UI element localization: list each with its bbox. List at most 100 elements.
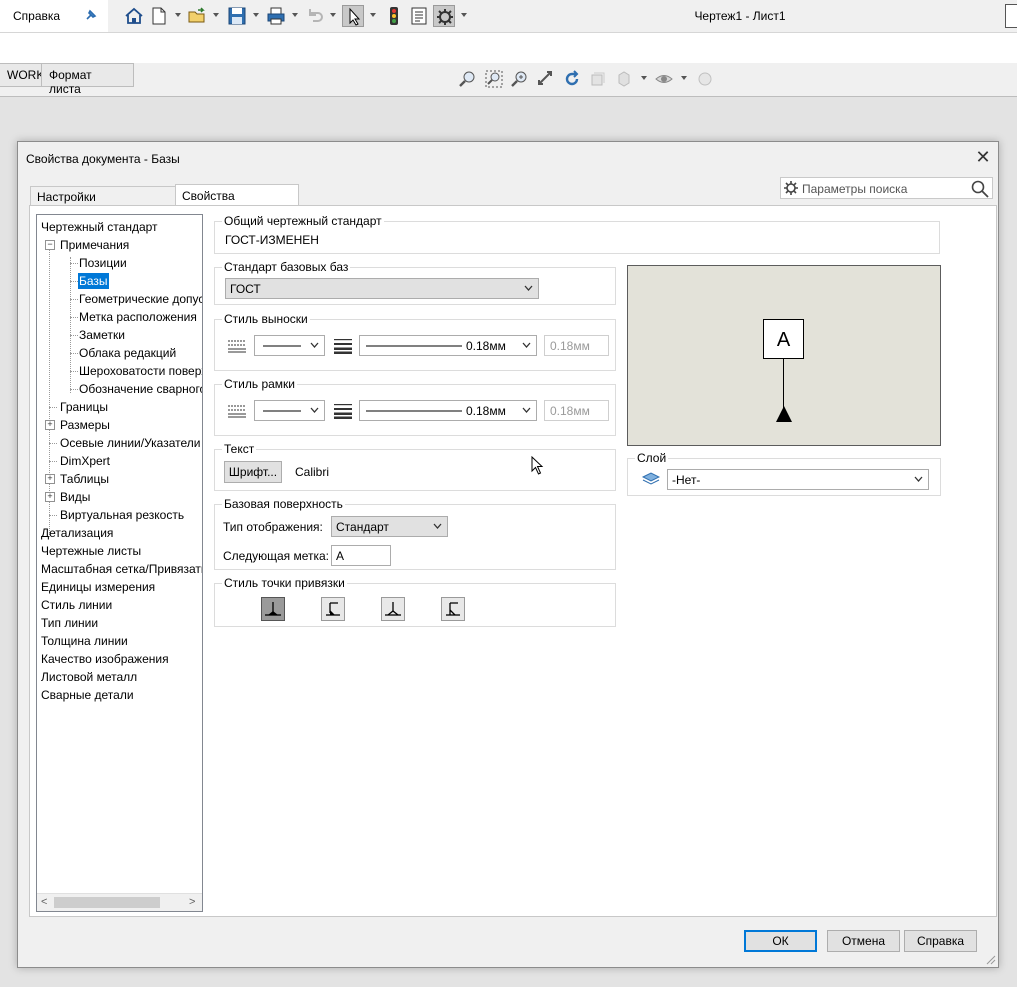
window-title: Чертеж1 - Лист1: [694, 9, 786, 23]
anchor-style-side-open-button[interactable]: [441, 597, 465, 621]
tree-item-detailing[interactable]: Детализация: [41, 524, 113, 542]
tree-horizontal-scrollbar[interactable]: < >: [37, 893, 202, 911]
anchor-style-side-filled-button[interactable]: [321, 597, 345, 621]
tree-item-image-quality[interactable]: Качество изображения: [41, 650, 169, 668]
section-view-icon[interactable]: [588, 69, 608, 89]
scroll-left-icon[interactable]: <: [41, 896, 47, 908]
next-label-input[interactable]: A: [331, 545, 391, 566]
tree-item-weldments[interactable]: Сварные детали: [41, 686, 134, 704]
leader-custom-thickness-field[interactable]: 0.18мм: [544, 335, 609, 356]
tree-item-line-font[interactable]: Тип линии: [41, 614, 98, 632]
expand-toggle-icon[interactable]: +: [45, 492, 55, 502]
tree-item-revision-clouds[interactable]: Облака редакций: [79, 344, 176, 362]
preview-datum-label: A: [763, 319, 804, 359]
tree-item-sheet-metal[interactable]: Листовой металл: [41, 668, 137, 686]
new-document-icon[interactable]: [148, 5, 170, 27]
view-orientation-icon[interactable]: [614, 69, 634, 89]
undo-icon[interactable]: [304, 5, 326, 27]
window-control-button[interactable]: [1005, 4, 1017, 28]
document-properties-dialog: Свойства документа - Базы ✕ Настройки по…: [17, 141, 999, 968]
anchor-style-filled-button[interactable]: [261, 597, 285, 621]
tree-item-tables[interactable]: Таблицы: [60, 470, 109, 488]
save-icon[interactable]: [226, 5, 248, 27]
tree-item-geometric-tolerances[interactable]: Геометрические допус: [79, 290, 202, 308]
open-folder-icon[interactable]: [186, 5, 208, 27]
zoom-area-icon[interactable]: [484, 69, 504, 89]
frame-line-style-select[interactable]: [254, 400, 325, 421]
line-thickness-icon: [334, 404, 352, 419]
overall-standard-title: Общий чертежный стандарт: [222, 214, 384, 228]
display-type-select[interactable]: Стандарт: [331, 516, 448, 537]
zoom-to-fit-icon[interactable]: [458, 69, 478, 89]
search-options-field[interactable]: Параметры поиска: [780, 177, 993, 199]
tree-item-centerlines[interactable]: Осевые линии/Указатели: [60, 434, 200, 452]
resize-grip-icon[interactable]: [986, 955, 996, 965]
tree-item-drafting-standard[interactable]: Чертежный стандарт: [41, 218, 158, 236]
file-properties-icon[interactable]: [408, 5, 430, 27]
pin-icon[interactable]: [84, 8, 98, 22]
tree-item-weld-symbols[interactable]: Обозначение сварного: [79, 380, 202, 398]
zoom-in-out-icon[interactable]: [510, 69, 530, 89]
help-button[interactable]: Справка: [904, 930, 977, 952]
tree-item-grid-snap[interactable]: Масштабная сетка/Привязать: [41, 560, 202, 578]
close-icon[interactable]: ✕: [973, 147, 993, 167]
tab-user-settings[interactable]: Настройки пользователя: [30, 186, 176, 218]
font-button[interactable]: Шрифт...: [224, 461, 282, 483]
solid-line-icon: [366, 410, 462, 412]
tree-item-balloons[interactable]: Позиции: [79, 254, 127, 272]
frame-custom-thickness-field[interactable]: 0.18мм: [544, 400, 609, 421]
frame-style-title: Стиль рамки: [222, 377, 298, 391]
tree-item-drawing-sheets[interactable]: Чертежные листы: [41, 542, 141, 560]
scrollbar-thumb[interactable]: [54, 897, 160, 908]
tree-item-location-labels[interactable]: Метка расположения: [79, 308, 197, 326]
datum-standard-title: Стандарт базовых баз: [222, 260, 351, 274]
tree-item-datums[interactable]: Базы: [78, 272, 109, 290]
ok-button[interactable]: ОК: [744, 930, 817, 952]
traffic-light-icon[interactable]: [383, 5, 405, 27]
leader-line-style-select[interactable]: [254, 335, 325, 356]
gear-icon[interactable]: [783, 180, 799, 196]
tree-item-notes[interactable]: Заметки: [79, 326, 125, 344]
tab-sheet-format[interactable]: Формат листа: [41, 63, 134, 96]
search-icon[interactable]: [970, 179, 990, 199]
tree-item-line-style[interactable]: Стиль линии: [41, 596, 112, 614]
chevron-down-icon: [310, 407, 319, 413]
layer-group: Слой -Нет-: [627, 451, 941, 496]
tree-item-line-thickness[interactable]: Толщина линии: [41, 632, 128, 650]
scroll-right-icon[interactable]: >: [189, 896, 195, 908]
help-menu[interactable]: Справка: [0, 0, 108, 32]
tab-document-properties[interactable]: Свойства документа: [175, 184, 299, 217]
appearance-icon[interactable]: [695, 69, 715, 89]
redraw-icon[interactable]: [562, 69, 582, 89]
expand-toggle-icon[interactable]: +: [45, 420, 55, 430]
tab-solidworks[interactable]: WORKS: [0, 63, 52, 87]
home-icon[interactable]: [123, 5, 145, 27]
tree-item-surface-finishes[interactable]: Шероховатости поверх: [79, 362, 202, 380]
pan-icon[interactable]: [536, 69, 556, 89]
overall-standard-group: Общий чертежный стандарт ГОСТ-ИЗМЕНЕН: [214, 214, 940, 254]
layer-select[interactable]: -Нет-: [667, 469, 929, 490]
preview-datum-triangle: [776, 406, 792, 422]
options-gear-icon[interactable]: [433, 5, 455, 27]
tree-item-dimxpert[interactable]: DimXpert: [60, 452, 110, 470]
select-pointer-icon[interactable]: [342, 5, 364, 27]
leader-thickness-select[interactable]: 0.18мм: [359, 335, 537, 356]
cancel-button[interactable]: Отмена: [827, 930, 900, 952]
tree-item-virtual-sharps[interactable]: Виртуальная резкость: [60, 506, 184, 524]
status-area: [0, 967, 1017, 987]
anchor-style-open-button[interactable]: [381, 597, 405, 621]
datum-anchor-side-icon: [326, 602, 340, 616]
tree-item-borders[interactable]: Границы: [60, 398, 108, 416]
print-icon[interactable]: [265, 5, 287, 27]
hide-show-items-icon[interactable]: [654, 69, 674, 89]
frame-thickness-select[interactable]: 0.18мм: [359, 400, 537, 421]
expand-toggle-icon[interactable]: +: [45, 474, 55, 484]
mouse-cursor-icon: [531, 456, 544, 475]
tree-item-dimensions[interactable]: Размеры: [60, 416, 110, 434]
tree-item-units[interactable]: Единицы измерения: [41, 578, 155, 596]
tree-item-views[interactable]: Виды: [60, 488, 90, 506]
collapse-toggle-icon[interactable]: −: [45, 240, 55, 250]
tree-item-annotations[interactable]: Примечания: [60, 236, 129, 254]
datum-standard-select[interactable]: ГОСТ: [225, 278, 539, 299]
properties-panel: Чертежный стандарт − Примечания Позиции …: [29, 205, 997, 917]
